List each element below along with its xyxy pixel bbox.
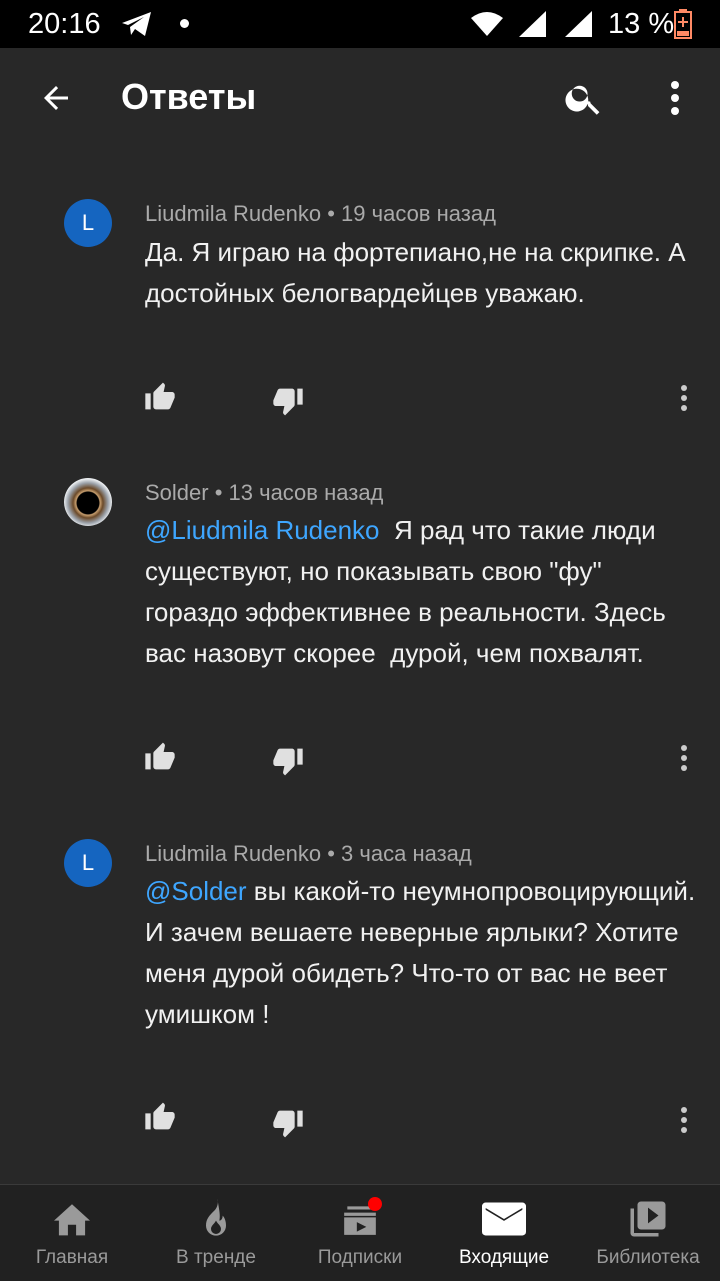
thumb-up-icon bbox=[145, 1102, 175, 1130]
battery-low-icon bbox=[674, 9, 692, 44]
thumb-up-icon bbox=[145, 742, 175, 770]
comment-author[interactable]: Liudmila Rudenko bbox=[145, 841, 321, 866]
thumb-down-icon bbox=[273, 388, 303, 416]
comment-text: @Liudmila Rudenko Я рад что такие люди с… bbox=[145, 510, 700, 674]
signal-icon bbox=[564, 10, 594, 43]
like-button[interactable] bbox=[140, 736, 180, 776]
dislike-button[interactable] bbox=[268, 742, 308, 782]
signal-icon bbox=[518, 10, 548, 43]
more-options-button[interactable] bbox=[650, 70, 700, 126]
home-icon bbox=[0, 1197, 144, 1241]
notification-badge bbox=[368, 1197, 382, 1211]
nav-item-trending[interactable]: В тренде bbox=[144, 1185, 288, 1281]
meta-separator: • bbox=[208, 480, 229, 505]
more-vert-icon bbox=[681, 385, 687, 411]
notification-dot-icon bbox=[180, 19, 189, 28]
like-button[interactable] bbox=[140, 376, 180, 416]
mention-link[interactable]: @Solder bbox=[145, 876, 247, 906]
dislike-button[interactable] bbox=[268, 382, 308, 422]
comment-more-button[interactable] bbox=[664, 378, 704, 418]
comment-author[interactable]: Solder bbox=[145, 480, 209, 505]
search-icon bbox=[565, 85, 600, 115]
comment-meta: Solder • 13 часов назад bbox=[145, 480, 383, 506]
avatar[interactable]: L bbox=[64, 199, 112, 247]
comment-more-button[interactable] bbox=[664, 1100, 704, 1140]
comment-text: @Solder вы какой-то неумнопровоцирующий.… bbox=[145, 871, 700, 1035]
comment-time: 13 часов назад bbox=[228, 480, 384, 505]
thumb-down-icon bbox=[273, 748, 303, 776]
nav-item-subscriptions[interactable]: Подписки bbox=[288, 1185, 432, 1281]
meta-separator: • bbox=[321, 841, 342, 866]
nav-label: Библиотека bbox=[596, 1247, 700, 1268]
library-icon bbox=[576, 1197, 720, 1241]
status-time: 20:16 bbox=[28, 8, 101, 40]
flame-icon bbox=[144, 1197, 288, 1241]
back-button[interactable] bbox=[30, 73, 82, 123]
telegram-icon bbox=[120, 10, 154, 43]
nav-label: Входящие bbox=[458, 1247, 550, 1268]
bottom-navigation: Главная В тренде Подписки Входящие Библи… bbox=[0, 1184, 720, 1281]
comment-time: 19 часов назад bbox=[341, 201, 496, 226]
comment-meta: Liudmila Rudenko • 3 часа назад bbox=[145, 841, 472, 867]
mention-link[interactable]: @Liudmila Rudenko bbox=[145, 515, 380, 545]
nav-label: Главная bbox=[35, 1247, 109, 1268]
more-vert-icon bbox=[681, 1107, 687, 1133]
subscriptions-icon bbox=[288, 1197, 432, 1241]
nav-label: В тренде bbox=[176, 1247, 256, 1268]
comment-meta: Liudmila Rudenko • 19 часов назад bbox=[145, 201, 496, 227]
status-bar: 20:16 13 % bbox=[0, 0, 720, 48]
nav-item-inbox[interactable]: Входящие bbox=[432, 1185, 576, 1281]
mail-icon bbox=[432, 1197, 576, 1241]
search-button[interactable] bbox=[556, 70, 612, 126]
wifi-icon bbox=[470, 10, 504, 43]
arrow-back-icon bbox=[44, 86, 68, 110]
comment-time: 3 часа назад bbox=[341, 841, 472, 866]
battery-percent: 13 % bbox=[608, 8, 675, 40]
nav-label: Подписки bbox=[317, 1247, 403, 1268]
comment-more-button[interactable] bbox=[664, 738, 704, 778]
page-title: Ответы bbox=[121, 76, 257, 117]
nav-item-library[interactable]: Библиотека bbox=[576, 1185, 720, 1281]
avatar-letter: L bbox=[81, 850, 95, 875]
more-vert-icon bbox=[681, 745, 687, 771]
nav-item-home[interactable]: Главная bbox=[0, 1185, 144, 1281]
like-button[interactable] bbox=[140, 1096, 180, 1136]
more-vert-icon bbox=[671, 81, 679, 115]
dislike-button[interactable] bbox=[268, 1104, 308, 1144]
meta-separator: • bbox=[321, 201, 342, 226]
app-bar: Ответы bbox=[0, 48, 720, 146]
thumb-down-icon bbox=[273, 1110, 303, 1138]
avatar[interactable] bbox=[64, 478, 112, 526]
avatar[interactable]: L bbox=[64, 839, 112, 887]
avatar-letter: L bbox=[81, 210, 95, 235]
comment-text: Да. Я играю на фортепиано,не на скрипке.… bbox=[145, 232, 700, 314]
comment-body: Да. Я играю на фортепиано,не на скрипке.… bbox=[145, 237, 686, 308]
comment-author[interactable]: Liudmila Rudenko bbox=[145, 201, 321, 226]
thumb-up-icon bbox=[145, 382, 175, 410]
